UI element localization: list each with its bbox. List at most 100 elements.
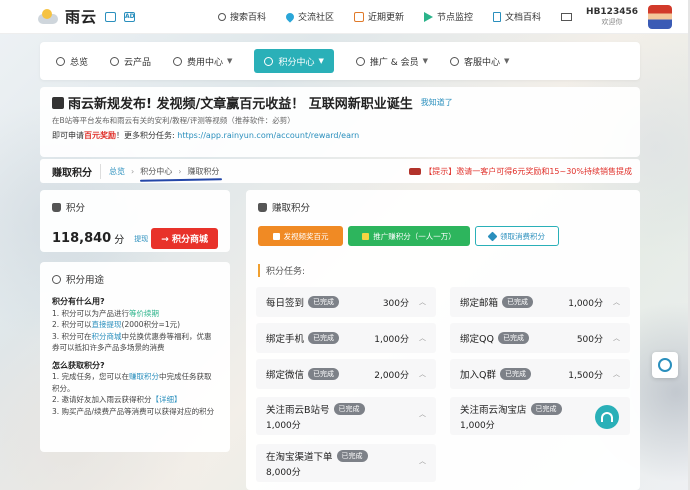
chevron-up-icon: ︿ [419, 410, 426, 418]
announcement-desc: 在B站等平台发布和雨云有关的安利/教程/评测等视频（推荐软件：必剪） [52, 116, 295, 125]
crumb-overview[interactable]: 总览 [109, 166, 125, 177]
mail-icon[interactable] [561, 12, 573, 21]
status-badge: 已完成 [308, 332, 340, 344]
promo-earn-button[interactable]: 推广赚积分（一人一万） [348, 226, 470, 246]
chevron-up-icon: ︿ [419, 370, 426, 378]
star-icon [362, 232, 370, 240]
claim-consume-points-button[interactable]: 领取消费积分 [475, 226, 559, 246]
announcement-title: 雨云新规发布! 发视频/文章赢百元收益！ 互联网新职业诞生 [68, 97, 413, 112]
video-reward-button[interactable]: 发视频奖百元 [258, 226, 343, 246]
status-badge: 已完成 [530, 402, 562, 415]
user-info[interactable]: HB123456 欢迎你 [586, 7, 638, 27]
task-item[interactable]: 加入Q群 已完成 1,500分 ︿ [450, 359, 630, 389]
logo[interactable]: 雨云 AD [38, 6, 136, 27]
topnav-updates[interactable]: 近期更新 [353, 10, 404, 23]
points-unit: 分 [114, 235, 125, 246]
chevron-down-icon: ▼ [227, 57, 233, 65]
page-title: 赚取积分 [52, 163, 101, 179]
nav-promo-member[interactable]: 推广 & 会员 ▼ [355, 50, 428, 72]
points-usage-card: 积分用途 积分有什么用? 1. 积分可以为产品进行等价续期 2. 积分可以直接提… [40, 262, 230, 452]
dashboard-icon [56, 56, 65, 66]
points-card: 积分 118,840 分 提现 → 积分商城 [40, 190, 230, 252]
usage-body: 积分有什么用? 1. 积分可以为产品进行等价续期 2. 积分可以直接提现(200… [52, 297, 215, 416]
user-welcome: 欢迎你 [601, 17, 623, 26]
nav-support[interactable]: 客服中心 ▼ [449, 50, 510, 72]
crumb-earn-points: 赚取积分 [187, 166, 220, 176]
crumb-points-center[interactable]: 积分中心 [140, 166, 172, 177]
task-item[interactable]: 绑定微信 已完成 2,000分 ︿ [256, 359, 436, 389]
status-badge: 已完成 [308, 296, 340, 308]
nav-overview[interactable]: 总览 [56, 50, 88, 72]
chevron-up-icon: ︿ [613, 298, 620, 306]
chevron-down-icon: ▼ [422, 57, 428, 65]
shop-text-link[interactable]: 积分商城 [92, 332, 122, 341]
nav-cloud-products[interactable]: 云产品 [110, 50, 151, 72]
status-badge: 已完成 [308, 368, 340, 380]
tasks-header: 积分任务: [258, 264, 628, 277]
chevron-down-icon: ▼ [504, 57, 510, 65]
earn-card-title: 赚取积分 [272, 203, 311, 214]
community-icon [284, 10, 296, 23]
send-icon [424, 11, 433, 22]
task-item[interactable]: 绑定手机 已完成 1,000分 ︿ [256, 323, 436, 353]
usage-card-title: 积分用途 [66, 275, 105, 286]
chevron-right-icon: › [178, 166, 182, 176]
task-item[interactable]: 每日签到 已完成 300分 ︿ [256, 287, 436, 317]
breadcrumb: 赚取积分 总览 › 积分中心 › 赚取积分 【提示】邀请一客户可得6元奖励和15… [40, 159, 640, 183]
topnav-monitor[interactable]: 节点监控 [424, 10, 473, 23]
points-shop-button[interactable]: → 积分商城 [151, 228, 218, 249]
renew-link[interactable]: 等价续期 [129, 309, 159, 318]
earn-text-link[interactable]: 赚取积分 [129, 372, 159, 381]
calendar-icon [353, 11, 364, 22]
task-item[interactable]: 在淘宝渠道下单 已完成 8,000分 ︿ [256, 444, 436, 482]
search-icon [217, 12, 226, 21]
points-card-title: 积分 [66, 203, 86, 214]
gift-icon [264, 56, 274, 66]
document-icon [493, 11, 502, 22]
user-icon [355, 56, 365, 66]
status-badge: 已完成 [333, 402, 365, 415]
nav-points-center[interactable]: 积分中心 ▼ [254, 49, 334, 73]
headset-icon [449, 56, 459, 66]
cloud-logo-icon [38, 8, 62, 25]
task-item[interactable]: 绑定邮箱 已完成 1,000分 ︿ [450, 287, 630, 317]
detail-link[interactable]: 【详细】 [152, 395, 182, 404]
bag-icon [258, 202, 267, 212]
task-item[interactable]: 关注雨云B站号 已完成 1,000分 ︿ [256, 397, 436, 435]
star-icon [487, 231, 498, 241]
chevron-up-icon: ︿ [613, 334, 620, 342]
bulb-icon [52, 274, 61, 284]
dismiss-link[interactable]: 我知道了 [421, 97, 453, 108]
ticket-icon [409, 167, 422, 175]
task-item[interactable]: 绑定QQ 已完成 500分 ︿ [450, 323, 630, 353]
topnav-docs[interactable]: 文档百科 [493, 10, 541, 23]
refresh-icon [658, 358, 672, 372]
promo-tip[interactable]: 【提示】邀请一客户可得6元奖励和15~30%持续销售提成 [409, 166, 632, 177]
topnav-community[interactable]: 交流社区 [284, 10, 334, 23]
status-badge: 已完成 [499, 368, 531, 380]
avatar[interactable] [648, 4, 672, 29]
side-float-widget[interactable] [652, 352, 678, 378]
customer-service-button[interactable] [595, 405, 619, 429]
withdraw-text-link[interactable]: 直接提现 [92, 320, 122, 329]
withdraw-link[interactable]: 提现 [134, 234, 148, 244]
logo-text: 雨云 [65, 8, 98, 26]
crumb-underline [139, 178, 223, 182]
headset-icon [601, 412, 613, 422]
user-name: HB123456 [586, 6, 638, 17]
video-icon [272, 232, 280, 240]
chevron-up-icon: ︿ [419, 457, 426, 465]
announcement-cta: 即可申请百元奖励！更多积分任务: https://app.rainyun.com… [52, 131, 360, 140]
nav-billing[interactable]: 费用中心 ▼ [173, 50, 232, 72]
announcement-icon [52, 96, 64, 109]
chevron-up-icon: ︿ [419, 298, 426, 306]
reward-link[interactable]: https://app.rainyun.com/account/reward/e… [177, 131, 359, 140]
ad-icon[interactable]: AD [124, 11, 136, 22]
chevron-down-icon: ▼ [318, 57, 324, 65]
wallet-icon [173, 56, 183, 66]
announcement-banner: 雨云新规发布! 发视频/文章赢百元收益！ 互联网新职业诞生 我知道了 在B站等平… [40, 87, 640, 157]
top-nav: 搜索百科 交流社区 近期更新 节点监控 文档百科 HB123456 欢迎你 [217, 4, 690, 29]
cloud-icon [110, 56, 120, 66]
image-icon[interactable] [105, 11, 117, 22]
topnav-search[interactable]: 搜索百科 [217, 10, 266, 23]
